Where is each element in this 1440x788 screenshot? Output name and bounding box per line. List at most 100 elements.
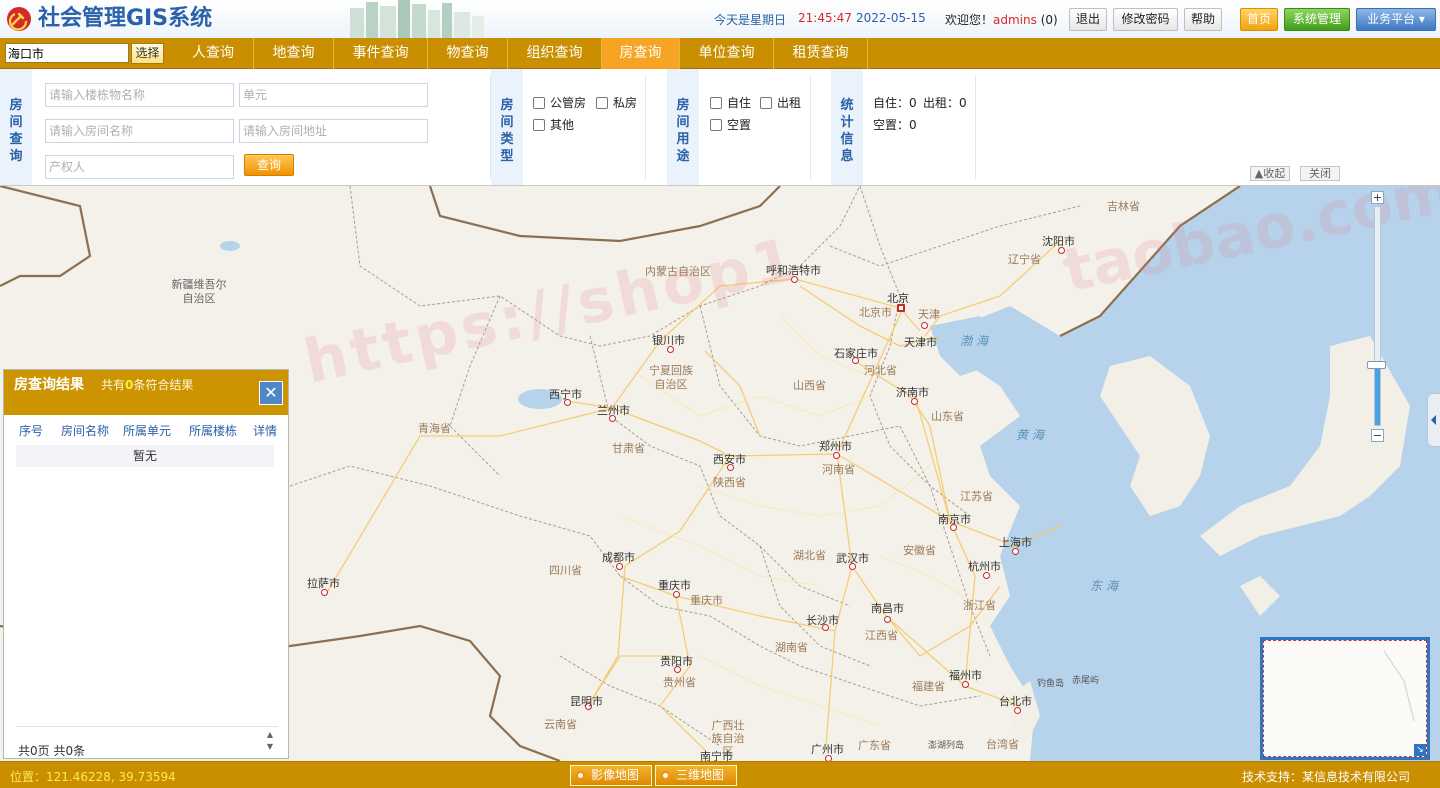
username[interactable]: admins	[993, 13, 1037, 27]
column-header-index[interactable]: 序号	[4, 422, 58, 439]
city-select-button[interactable]: 选择	[131, 43, 164, 64]
type-other-checkbox[interactable]: 其他	[533, 116, 574, 133]
province-label: 天津	[918, 308, 940, 321]
welcome-text: 欢迎您！admins (0)	[945, 11, 1058, 28]
checkbox-box[interactable]	[596, 96, 608, 109]
column-header-detail[interactable]: 详情	[244, 422, 286, 439]
tab-object[interactable]: 物查询	[428, 38, 508, 69]
province-label: 辽宁省	[1008, 253, 1041, 266]
checkbox-box[interactable]	[533, 118, 545, 131]
tab-house[interactable]: 房查询	[602, 38, 680, 69]
usage-vacant-checkbox[interactable]: 空置	[710, 116, 751, 133]
city-marker[interactable]	[921, 322, 928, 329]
type-public-checkbox[interactable]: 公管房	[533, 94, 586, 111]
city-label: 南京市	[938, 513, 971, 526]
tech-support-credit: 技术支持：某信息技术有限公司	[1242, 770, 1411, 784]
city-input[interactable]	[5, 43, 129, 63]
logout-button[interactable]: 退出	[1069, 8, 1107, 31]
checkbox-box[interactable]	[533, 96, 545, 109]
overview-map[interactable]: ↘	[1260, 637, 1430, 760]
results-subtitle: 共有0条符合结果	[101, 376, 193, 393]
checkbox-box[interactable]	[760, 96, 772, 109]
results-subtitle-suffix: 条符合结果	[133, 378, 194, 392]
overview-resize-icon[interactable]: ↘	[1414, 744, 1426, 756]
column-header-unit[interactable]: 所属单元	[112, 422, 182, 439]
city-label: 石家庄市	[834, 347, 878, 360]
province-label: 江西省	[865, 629, 898, 642]
city-label: 福州市	[949, 669, 982, 682]
checkbox-box[interactable]	[710, 96, 722, 109]
app-title: 社会管理GIS系统	[38, 6, 213, 31]
overview-map-view[interactable]: ↘	[1263, 640, 1427, 757]
change-password-button[interactable]: 修改密码	[1113, 8, 1178, 31]
zoom-slider[interactable]	[1374, 206, 1381, 426]
zoom-slider-handle[interactable]	[1367, 361, 1386, 369]
column-header-building[interactable]: 所属楼栋	[182, 422, 244, 439]
search-button[interactable]: 查询	[244, 154, 294, 176]
tab-unit[interactable]: 单位查询	[680, 38, 774, 69]
island-label: 澎湖列岛	[928, 741, 965, 751]
status-bar: 位置：121.46228, 39.73594 影像地图 三维地图 技术支持：某信…	[0, 761, 1440, 788]
tab-organization[interactable]: 组织查询	[508, 38, 602, 69]
building-name-input[interactable]	[45, 83, 234, 107]
usage-vacant-label: 空置	[727, 118, 752, 132]
province-label: 甘肃省	[612, 442, 645, 455]
owner-input[interactable]	[45, 155, 234, 179]
divider	[810, 75, 811, 179]
city-label: 武汉市	[836, 552, 869, 565]
usage-rent-checkbox[interactable]: 出租	[760, 94, 801, 111]
province-label: 台湾省	[986, 738, 1019, 751]
results-title: 房查询结果	[14, 377, 84, 393]
checkbox-box[interactable]	[710, 118, 722, 131]
province-label: 浙江省	[963, 599, 996, 612]
app-header: 社会管理GIS系统 今天是星期日 21:45:47 2022-05-15 欢迎您…	[0, 0, 1440, 38]
results-pagination: 共0页 共0条	[18, 744, 86, 758]
city-marker[interactable]	[884, 616, 891, 623]
tab-person[interactable]: 人查询	[173, 38, 254, 69]
room-name-input[interactable]	[45, 119, 234, 143]
room-address-input[interactable]	[239, 119, 428, 143]
skyline-decoration	[350, 0, 484, 38]
house-query-panel: 房间查询 查询 房间类型 公管房 私房 其他 房间用途 自住 出租 空置 统计信…	[0, 69, 1440, 186]
business-platform-dropdown[interactable]: 业务平台 ▾	[1356, 8, 1436, 31]
side-panel-toggle[interactable]	[1427, 393, 1440, 447]
3d-map-button[interactable]: 三维地图	[655, 765, 737, 786]
divider	[975, 75, 976, 179]
province-label: 河北省	[864, 364, 897, 377]
room-type-label: 房间类型	[491, 69, 523, 185]
collapse-button[interactable]: ▲收起	[1250, 166, 1290, 181]
welcome-label: 欢迎您！	[945, 13, 994, 27]
zoom-in-button[interactable]: +	[1371, 191, 1384, 204]
city-label: 西安市	[713, 453, 746, 466]
city-label: 银川市	[652, 334, 685, 347]
island-label: 赤尾屿	[1072, 676, 1100, 686]
usage-self-checkbox[interactable]: 自住	[710, 94, 751, 111]
results-close-button[interactable]: ✕	[259, 381, 283, 405]
column-header-room-name[interactable]: 房间名称	[58, 422, 112, 439]
type-private-checkbox[interactable]: 私房	[596, 94, 637, 111]
3d-map-label: 三维地图	[676, 768, 725, 782]
city-label: 重庆市	[658, 579, 691, 592]
imagery-map-button[interactable]: 影像地图	[570, 765, 652, 786]
results-scroll-arrows[interactable]: ▲ ▼	[265, 729, 275, 755]
home-button[interactable]: 首页	[1240, 8, 1278, 31]
city-label: 昆明市	[570, 695, 603, 708]
type-private-label: 私房	[613, 96, 638, 110]
sea-label: 东海	[1090, 579, 1123, 593]
unit-input[interactable]	[239, 83, 428, 107]
tab-land[interactable]: 地查询	[254, 38, 334, 69]
system-management-button[interactable]: 系统管理	[1284, 8, 1350, 31]
city-label: 南宁市	[700, 750, 733, 761]
zoom-out-button[interactable]: −	[1371, 429, 1384, 442]
tab-rental[interactable]: 租赁查询	[774, 38, 868, 69]
stat-rent: 出租：0	[923, 96, 967, 110]
tab-event[interactable]: 事件查询	[334, 38, 428, 69]
province-label: 江苏省	[960, 490, 993, 503]
province-label: 青海省	[418, 422, 451, 435]
close-panel-button[interactable]: 关闭	[1300, 166, 1340, 181]
province-label: 北京市	[859, 306, 892, 319]
help-button[interactable]: 帮助	[1184, 8, 1222, 31]
province-label: 广东省	[858, 739, 891, 752]
weekday-text: 今天是星期日	[714, 13, 787, 27]
results-header: 房查询结果 共有0条符合结果 ✕	[4, 370, 288, 415]
